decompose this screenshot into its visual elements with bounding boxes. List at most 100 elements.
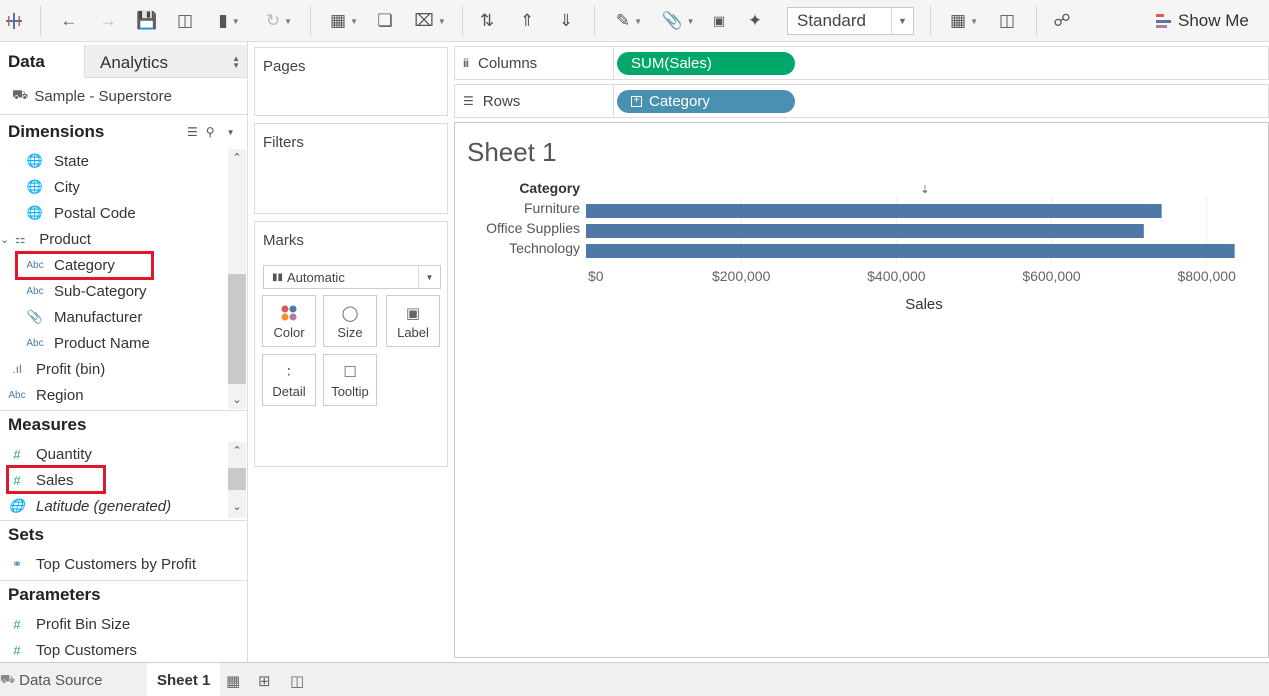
toolbar-separator [462,6,463,36]
field-manufacturer[interactable]: 📎 Manufacturer [26,305,142,329]
presentation-mode-icon[interactable]: ◫ [996,8,1018,34]
highlight-icon[interactable]: ✎ ▼ [610,8,648,34]
field-label: Region [36,386,84,404]
sort-ascending-icon[interactable]: ⇑ [516,8,538,34]
globe-icon: 🌐 [8,498,26,513]
chevron-down-icon[interactable]: ⌄ [0,233,9,246]
divider [0,580,247,581]
field-label: Sub-Category [54,282,147,300]
divider [0,520,247,521]
marks-title: Marks [263,232,304,249]
label-button[interactable]: ▣ Label [386,295,440,347]
scroll-up-icon[interactable]: ⌃ [228,151,246,167]
x-tick-label: $600,000 [1022,268,1081,284]
new-worksheet-icon[interactable]: ▦ ▼ [323,8,365,34]
data-source-tab-label: Data Source [19,671,103,689]
tooltip-button[interactable]: ☐ Tooltip [323,354,377,406]
tab-analytics-label: Analytics [100,53,169,72]
size-label: Size [337,325,363,340]
columns-shelf[interactable]: iii Columns SUM(Sales) [454,46,1269,80]
field-top-customers[interactable]: # Top Customers [8,638,137,662]
pin-icon[interactable]: ✦ [744,8,766,34]
chevron-down-icon[interactable]: ▼ [227,128,235,137]
label-label: Label [397,325,429,340]
scroll-down-icon[interactable]: ⌄ [228,500,246,516]
rows-shelf[interactable]: ☰ Rows + Category [454,84,1269,118]
sum-sales-pill[interactable]: SUM(Sales) [617,52,795,75]
sheet-tab[interactable]: Sheet 1 [147,663,221,696]
scroll-down-icon[interactable]: ⌄ [228,393,246,409]
search-icon[interactable]: ⚲ [206,125,215,139]
measures-header: Measures [8,415,87,434]
scroll-up-icon[interactable]: ⌃ [228,444,246,460]
detail-button[interactable]: ∶ Detail [262,354,316,406]
new-data-source-icon[interactable]: ◫ [174,8,196,34]
category-pill[interactable]: + Category [617,90,795,113]
pages-shelf[interactable]: Pages [254,47,448,116]
field-profit-bin-size[interactable]: # Profit Bin Size [8,612,130,636]
tab-analytics[interactable]: Analytics ▲ ▼ [84,45,247,78]
share-icon[interactable]: ☍ [1051,8,1073,34]
columns-icon: iii [463,56,469,70]
toolbar-separator [40,6,41,36]
color-button[interactable]: Color [262,295,316,347]
tableau-logo-icon[interactable] [4,8,24,34]
new-dashboard-icon[interactable]: ⊞ [258,672,271,690]
new-worksheet-icon[interactable]: ▦ [226,672,240,690]
group-members-icon[interactable]: 📎 ▼ [658,8,698,34]
chevron-down-icon[interactable]: ▼ [418,266,440,288]
undo-icon[interactable]: ← [57,8,81,34]
chevron-down-icon[interactable]: ▼ [891,8,913,34]
field-label: Profit (bin) [36,360,106,378]
field-region[interactable]: Abc Region [8,383,84,407]
field-postal-code[interactable]: 🌐 Postal Code [26,201,136,225]
tab-data[interactable]: Data [0,42,84,78]
data-source-item[interactable]: ⛟ Sample - Superstore [0,78,247,115]
sort-descending-icon[interactable]: ⇓ [555,8,577,34]
clear-sheet-icon[interactable]: ⌧ ▼ [410,8,450,34]
new-story-icon[interactable]: ◫ [290,672,304,690]
hash-icon: # [13,642,21,658]
measures-scrollbar[interactable]: ⌃ ⌄ [228,442,246,518]
view-list-icon[interactable]: ☰ [187,125,198,139]
field-latitude-generated[interactable]: 🌐 Latitude (generated) [8,494,171,518]
field-product-name[interactable]: Abc Product Name [26,331,150,355]
hash-icon: # [13,616,21,632]
data-source-tab[interactable]: ⛟ Data Source [0,663,103,696]
show-me-button[interactable]: Show Me [1156,9,1249,33]
show-mark-labels-icon[interactable]: ▣ [708,8,730,34]
filters-shelf[interactable]: Filters [254,123,448,214]
field-sub-category[interactable]: Abc Sub-Category [26,279,147,303]
refresh-icon[interactable]: ↻ ▼ [258,8,300,34]
set-icon: ⚭ [11,557,23,571]
swap-rows-columns-icon[interactable]: ⇅ [476,8,498,34]
pause-updates-icon[interactable]: ▮ ▼ [212,8,246,34]
field-quantity[interactable]: # Quantity [8,442,92,466]
show-cards-icon[interactable]: ▦ ▼ [944,8,984,34]
size-button[interactable]: ◯ Size [323,295,377,347]
duplicate-sheet-icon[interactable]: ❏ [374,8,396,34]
expand-plus-icon[interactable]: + [631,96,642,107]
field-label: Manufacturer [54,308,143,326]
globe-icon: 🌐 [26,205,44,220]
dimensions-scrollbar[interactable]: ⌃ ⌄ [228,149,246,409]
sum-sales-pill-label: SUM(Sales) [631,55,712,72]
redo-icon[interactable]: → [96,8,120,34]
field-profit-bin[interactable]: .ıl Profit (bin) [8,357,105,381]
hierarchy-icon: ⚏ [14,232,26,246]
scrollbar-thumb[interactable] [228,468,246,490]
tooltip-icon: ☐ [343,364,357,381]
field-top-customers-by-profit[interactable]: ⚭ Top Customers by Profit [8,552,196,576]
scrollbar-thumb[interactable] [228,274,246,384]
x-axis-title: Sales [905,296,943,313]
mark-type-select[interactable]: ▮▮ Automatic ▼ [263,265,441,289]
marks-card: Marks ▮▮ Automatic ▼ Color ◯ Size ▣ Labe… [254,221,448,467]
fit-select[interactable]: Standard ▼ [787,7,914,35]
label-icon: ▣ [405,305,421,322]
field-state[interactable]: 🌐 State [26,149,89,173]
save-icon[interactable]: 💾 [136,8,158,34]
rows-icon: ☰ [463,94,474,108]
filters-title: Filters [263,134,304,151]
field-product[interactable]: ⌄ ⚏ Product [0,227,91,251]
field-city[interactable]: 🌐 City [26,175,80,199]
